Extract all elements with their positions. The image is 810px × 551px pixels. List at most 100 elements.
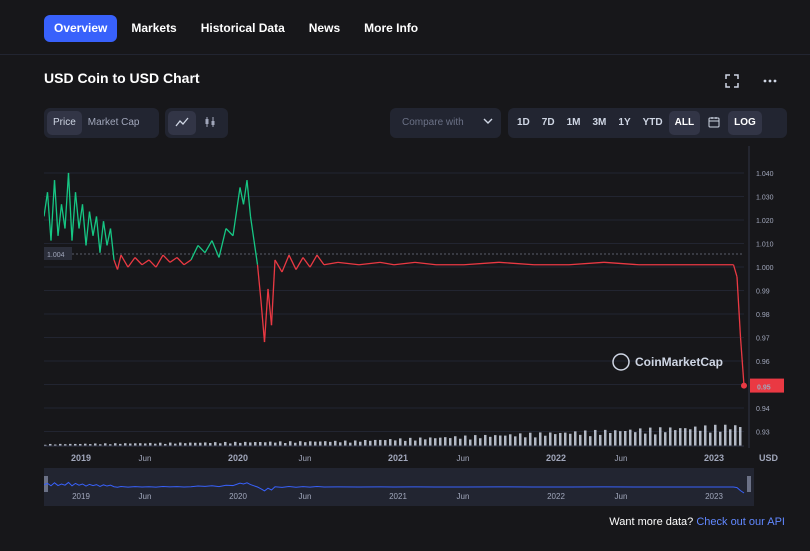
volume-bar xyxy=(269,441,272,446)
price-segment xyxy=(239,187,245,205)
price-segment xyxy=(267,288,273,326)
navigator-tick-label: 2023 xyxy=(705,492,723,501)
navigator-tick-label: Jun xyxy=(457,492,470,501)
volume-bar xyxy=(274,442,277,446)
currency-label: USD xyxy=(759,453,779,463)
volume-bar xyxy=(404,440,407,446)
price-segment xyxy=(295,257,304,270)
price-segment xyxy=(78,204,84,229)
price-segment xyxy=(358,261,381,266)
volume-bar xyxy=(709,432,712,446)
volume-bar xyxy=(504,435,507,446)
tab-markets[interactable]: Markets xyxy=(121,15,186,42)
volume-bar xyxy=(259,441,262,446)
volume-bar xyxy=(614,430,617,446)
tab-historical-data[interactable]: Historical Data xyxy=(191,15,295,42)
price-segment xyxy=(190,245,199,261)
volume-bar xyxy=(464,435,467,446)
price-segment xyxy=(232,187,241,236)
range-1d[interactable]: 1D xyxy=(511,111,536,135)
volume-bar xyxy=(364,439,367,446)
volume-bar xyxy=(359,441,362,446)
volume-bar xyxy=(639,428,642,446)
price-segment xyxy=(393,261,416,266)
volume-bar xyxy=(304,442,307,446)
range-selector: 1D 7D 1M 3M 1Y YTD ALL LOG xyxy=(508,108,787,138)
price-segment xyxy=(85,211,91,246)
volume-bar xyxy=(234,441,237,446)
range-1y[interactable]: 1Y xyxy=(612,111,636,135)
volume-bar xyxy=(724,424,727,446)
price-segment xyxy=(50,180,56,241)
range-ytd[interactable]: YTD xyxy=(637,111,669,135)
volume-bar xyxy=(634,432,637,446)
candlestick-icon[interactable] xyxy=(196,111,224,135)
volume-bar xyxy=(324,441,327,446)
volume-bar xyxy=(454,436,457,446)
navigator-tick-label: Jun xyxy=(299,492,312,501)
compare-select[interactable]: Compare with xyxy=(390,108,501,138)
volume-bar xyxy=(189,442,192,446)
range-all[interactable]: ALL xyxy=(668,111,701,135)
metric-toggle: Price Market Cap xyxy=(44,108,159,138)
tab-more-info[interactable]: More Info xyxy=(354,15,428,42)
calendar-icon[interactable] xyxy=(700,111,728,135)
volume-bar xyxy=(589,436,592,446)
tab-overview[interactable]: Overview xyxy=(44,15,118,42)
volume-bar xyxy=(299,441,302,446)
price-toggle[interactable]: Price xyxy=(47,111,82,135)
volume-bar xyxy=(544,435,547,446)
y-tick-label: 0.99 xyxy=(756,289,770,296)
line-chart-icon[interactable] xyxy=(168,111,196,135)
volume-bar xyxy=(529,432,532,446)
tab-news[interactable]: News xyxy=(299,15,350,42)
volume-bar xyxy=(309,441,312,446)
price-segment xyxy=(197,244,206,254)
price-segment xyxy=(463,261,500,266)
volume-bar xyxy=(549,432,552,446)
y-tick-label: 1.040 xyxy=(756,171,774,178)
more-icon[interactable] xyxy=(760,73,780,93)
volume-bar xyxy=(224,441,227,446)
volume-bar xyxy=(609,432,612,446)
price-segment xyxy=(498,261,535,266)
price-segment xyxy=(120,254,129,268)
price-segment xyxy=(323,261,339,266)
x-tick-label: 2022 xyxy=(546,453,566,463)
market-cap-toggle[interactable]: Market Cap xyxy=(82,111,146,135)
volume-bar xyxy=(729,429,732,446)
price-segment xyxy=(81,204,87,246)
expand-icon[interactable] xyxy=(722,73,742,93)
volume-bar xyxy=(414,440,417,446)
range-1m[interactable]: 1M xyxy=(561,111,587,135)
volume-bar xyxy=(494,435,497,446)
volume-bar xyxy=(379,439,382,446)
price-segment xyxy=(337,261,360,266)
volume-bar xyxy=(439,437,442,446)
x-tick-label: Jun xyxy=(139,454,152,463)
y-tick-label: 1.020 xyxy=(756,218,774,225)
range-7d[interactable]: 7D xyxy=(536,111,561,135)
price-segment xyxy=(225,228,234,237)
volume-bar xyxy=(509,434,512,446)
api-link[interactable]: Check out our API xyxy=(696,516,785,528)
range-3m[interactable]: 3M xyxy=(587,111,613,135)
volume-bar xyxy=(739,427,742,446)
price-segment xyxy=(256,264,262,302)
price-segment xyxy=(106,228,112,246)
volume-bar xyxy=(564,432,567,446)
price-segment xyxy=(148,259,157,268)
navigator-tick-label: Jun xyxy=(139,492,152,501)
volume-bar xyxy=(694,426,697,446)
volume-bar xyxy=(664,432,667,446)
navigator-tick-label: 2019 xyxy=(72,492,90,501)
x-tick-label: Jun xyxy=(299,454,312,463)
chart-type-toggle xyxy=(165,108,228,138)
log-toggle[interactable]: LOG xyxy=(728,111,762,135)
volume-bar xyxy=(424,439,427,446)
volume-bar xyxy=(434,438,437,446)
navigator-tick-label: 2022 xyxy=(547,492,565,501)
volume-bar xyxy=(339,442,342,446)
price-segment xyxy=(92,216,98,236)
volume-bar xyxy=(314,441,317,446)
